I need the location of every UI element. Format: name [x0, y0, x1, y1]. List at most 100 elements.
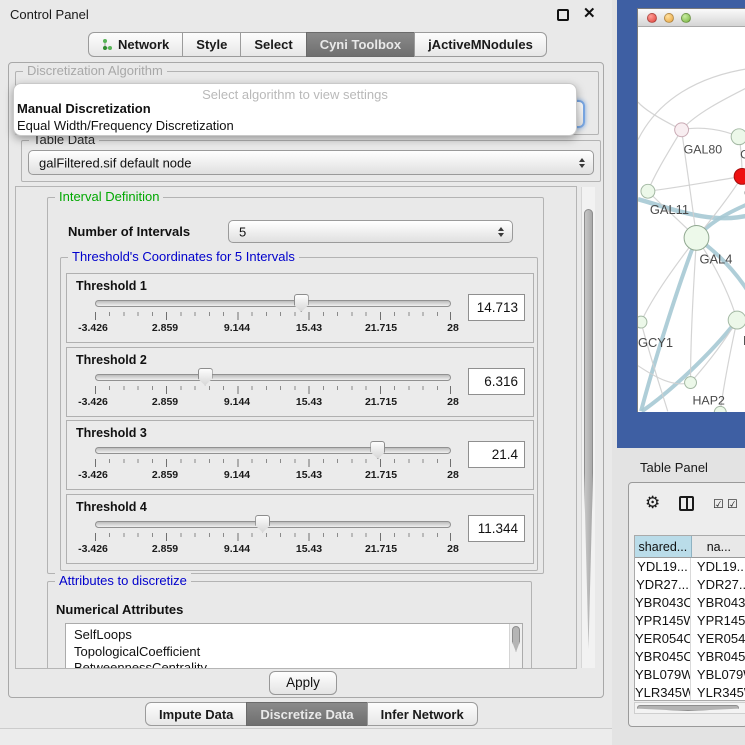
- attribute-item-selfloops[interactable]: SelfLoops: [66, 627, 522, 644]
- network-edge[interactable]: [641, 238, 697, 322]
- cell-shared-name[interactable]: YER054C: [635, 630, 691, 648]
- table-row[interactable]: YBL079WYBL079W: [635, 666, 745, 684]
- node-label: GCY1: [638, 335, 673, 350]
- network-edge[interactable]: [638, 366, 691, 384]
- network-edge[interactable]: [648, 176, 742, 191]
- network-node-gcy1[interactable]: [638, 316, 647, 328]
- table-panel-toolbar: ⚙ ☑ ☑: [629, 483, 745, 527]
- tab-impute-data[interactable]: Impute Data: [145, 702, 247, 726]
- network-node-gal80[interactable]: [675, 123, 689, 137]
- network-edge[interactable]: [682, 128, 739, 137]
- slider-track[interactable]: [95, 447, 451, 454]
- split-columns-icon[interactable]: [679, 496, 694, 511]
- cell-shared-name[interactable]: YBL079W: [635, 666, 691, 684]
- network-edge[interactable]: [638, 102, 682, 130]
- threshold-value-field[interactable]: 14.713: [468, 294, 525, 321]
- menu-item-equal-width-frequency[interactable]: Equal Width/Frequency Discretization: [17, 118, 234, 133]
- table-horizontal-scrollbar[interactable]: [634, 702, 745, 714]
- cell-name[interactable]: YDL19...: [691, 558, 745, 576]
- cell-shared-name[interactable]: YBR043C: [635, 594, 691, 612]
- cell-shared-name[interactable]: YBR045C: [635, 648, 691, 666]
- slider-track[interactable]: [95, 521, 451, 528]
- slider-thumb[interactable]: [255, 515, 270, 533]
- tab-label: Network: [118, 37, 169, 52]
- column-header-shared-name[interactable]: shared...: [635, 536, 692, 558]
- threshold-slider[interactable]: -3.4262.8599.14415.4321.71528: [93, 364, 453, 414]
- cell-name[interactable]: YPR145W: [691, 612, 745, 630]
- table-row[interactable]: YBR043CYBR043C: [635, 594, 745, 612]
- tab-discretize-data[interactable]: Discretize Data: [246, 702, 367, 726]
- slider-thumb[interactable]: [370, 441, 385, 459]
- table-row[interactable]: YDL19...YDL19...: [635, 558, 745, 576]
- network-node-h[interactable]: [728, 311, 745, 329]
- tab-jactivemnodules[interactable]: jActiveMNodules: [414, 32, 547, 57]
- network-edge[interactable]: [696, 238, 737, 320]
- mac-close-icon[interactable]: [647, 13, 657, 23]
- cell-shared-name[interactable]: YDR27...: [635, 576, 691, 594]
- cell-name[interactable]: YBR043C: [691, 594, 745, 612]
- network-node-c[interactable]: [734, 168, 745, 184]
- slider-track[interactable]: [95, 374, 451, 381]
- network-edge[interactable]: [648, 130, 682, 191]
- table-row[interactable]: YER054CYER054C: [635, 630, 745, 648]
- threshold-value-field[interactable]: 6.316: [468, 368, 525, 395]
- network-node-gal4[interactable]: [684, 225, 709, 250]
- numerical-attributes-list[interactable]: SelfLoopsTopologicalCoefficientBetweenne…: [65, 623, 523, 669]
- mac-minimize-icon[interactable]: [664, 13, 674, 23]
- network-icon: [102, 38, 113, 51]
- attribute-item-topologicalcoefficient[interactable]: TopologicalCoefficient: [66, 644, 522, 661]
- close-icon[interactable]: ✕: [583, 4, 596, 22]
- table-row[interactable]: YPR145WYPR145W: [635, 612, 745, 630]
- cell-name[interactable]: YDR27...: [691, 576, 745, 594]
- slider-track[interactable]: [95, 300, 451, 307]
- apply-button[interactable]: Apply: [269, 671, 337, 695]
- threshold-slider[interactable]: -3.4262.8599.14415.4321.71528: [93, 290, 453, 340]
- table-row[interactable]: YLR345WYLR345W: [635, 684, 745, 701]
- node-table[interactable]: shared... na... YDL19...YDL19...YDR27...…: [634, 535, 745, 701]
- number-of-intervals-combobox[interactable]: 5: [228, 220, 513, 243]
- cell-name[interactable]: YBL079W: [691, 666, 745, 684]
- mac-zoom-icon[interactable]: [681, 13, 691, 23]
- tab-select[interactable]: Select: [240, 32, 306, 57]
- network-node-hap2[interactable]: [685, 377, 697, 389]
- table-row[interactable]: YBR045CYBR045C: [635, 648, 745, 666]
- network-edge[interactable]: [682, 86, 745, 130]
- cell-shared-name[interactable]: YLR345W: [635, 684, 691, 701]
- tab-cyni-toolbox[interactable]: Cyni Toolbox: [306, 32, 415, 57]
- attributes-group: Attributes to discretize Numerical Attri…: [47, 581, 532, 669]
- settings-gear-icon[interactable]: ⚙: [645, 493, 660, 513]
- tab-label: Impute Data: [159, 707, 233, 722]
- tick-label: 15.43: [296, 396, 322, 408]
- table-row[interactable]: YDR27...YDR27...: [635, 576, 745, 594]
- table-data-combobox[interactable]: galFiltered.sif default node: [28, 150, 594, 175]
- slider-thumb[interactable]: [198, 368, 213, 386]
- network-canvas[interactable]: GAL80GACGAL11GAL4GCY1HHAP2: [638, 27, 745, 412]
- threshold-value-field[interactable]: 21.4: [468, 441, 525, 468]
- cell-name[interactable]: YBR045C: [691, 648, 745, 666]
- checkbox-checked-icon[interactable]: ☑: [713, 497, 724, 511]
- network-node-ga[interactable]: [731, 129, 745, 145]
- tab-network[interactable]: Network: [88, 32, 183, 57]
- column-header-name[interactable]: na...: [692, 536, 745, 558]
- cyni-toolbox-panel: Discretization Algorithm Table Data galF…: [8, 62, 604, 698]
- slider-thumb[interactable]: [294, 294, 309, 312]
- network-node-gal11[interactable]: [641, 184, 655, 198]
- float-window-icon[interactable]: [557, 9, 569, 21]
- network-window-titlebar[interactable]: [638, 9, 745, 27]
- threshold-value-field[interactable]: 11.344: [468, 515, 525, 542]
- cell-name[interactable]: YLR345W: [691, 684, 745, 701]
- settings-vertical-scrollbar[interactable]: [581, 187, 595, 668]
- attribute-item-betweennesscentrality[interactable]: BetweennessCentrality: [66, 660, 522, 669]
- checkbox-checked-icon[interactable]: ☑: [727, 497, 738, 511]
- tab-infer-network[interactable]: Infer Network: [367, 702, 478, 726]
- cell-shared-name[interactable]: YPR145W: [635, 612, 691, 630]
- network-edge[interactable]: [691, 238, 697, 383]
- node-label: HAP2: [693, 393, 725, 407]
- cell-shared-name[interactable]: YDL19...: [635, 558, 691, 576]
- tab-style[interactable]: Style: [182, 32, 241, 57]
- cell-name[interactable]: YER054C: [691, 630, 745, 648]
- menu-item-manual-discretization[interactable]: Manual Discretization: [17, 101, 151, 116]
- attributes-list-scrollbar[interactable]: [509, 624, 522, 669]
- threshold-slider[interactable]: -3.4262.8599.14415.4321.71528: [93, 511, 453, 561]
- threshold-slider[interactable]: -3.4262.8599.14415.4321.71528: [93, 437, 453, 487]
